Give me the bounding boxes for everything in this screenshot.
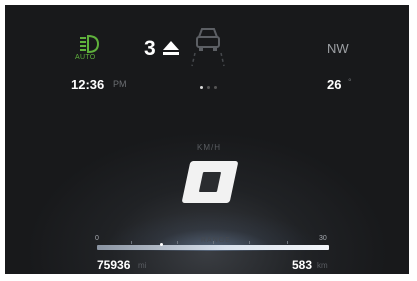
headlight-auto-label: AUTO	[75, 54, 96, 61]
clock-time: 12:36	[71, 77, 105, 92]
page-dot-active[interactable]	[200, 86, 203, 89]
outside-temperature: 26	[327, 77, 342, 92]
page-dot[interactable]	[214, 86, 217, 89]
range-tick	[287, 241, 288, 244]
instrument-cluster-screen: AUTO 3 NW 12:36 PM 26 ° KM/H 0 30 RANGE …	[5, 5, 409, 274]
temperature-unit: °	[348, 77, 352, 87]
range-tick	[213, 241, 214, 244]
gear-indicator: 3	[144, 37, 156, 60]
odometer-value: 75936	[97, 258, 131, 272]
range-marker	[160, 243, 163, 246]
trip-value: 583	[292, 258, 313, 272]
page-indicator[interactable]	[200, 76, 221, 94]
speed-unit: KM/H	[197, 143, 221, 152]
trip-unit: km	[317, 261, 328, 270]
odometer-unit: mi	[138, 261, 147, 270]
range-min-label: 0	[95, 235, 99, 242]
range-max-label: 30	[319, 235, 327, 242]
display-frame: AUTO 3 NW 12:36 PM 26 ° KM/H 0 30 RANGE …	[0, 0, 417, 281]
range-tick	[249, 241, 250, 244]
clock-ampm: PM	[113, 79, 127, 89]
range-tick	[177, 241, 178, 244]
range-tick	[131, 241, 132, 244]
page-dot[interactable]	[207, 86, 210, 89]
compass-heading: NW	[327, 41, 349, 56]
shift-up-icon	[163, 41, 179, 55]
car-front-icon	[191, 28, 225, 67]
range-bar	[97, 245, 329, 250]
range-mid-label: RANGE	[201, 237, 231, 244]
